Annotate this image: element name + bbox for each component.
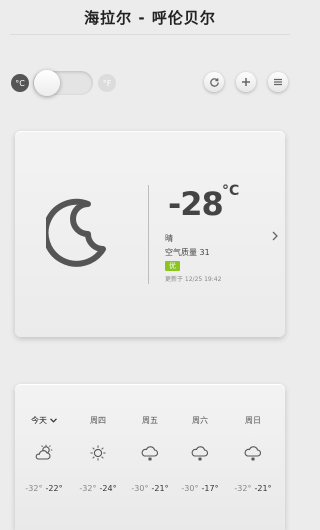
high-temp: -22°: [45, 484, 63, 493]
low-temp: -32°: [234, 484, 252, 493]
chevron-down-icon: [50, 418, 57, 423]
refresh-button[interactable]: [204, 72, 224, 92]
air-quality: 空气质量 31: [165, 248, 210, 257]
day-temps: -30° -17°: [175, 484, 225, 493]
menu-button[interactable]: [268, 72, 288, 92]
day-label[interactable]: 今天: [19, 415, 69, 426]
title-divider: [10, 34, 290, 35]
day-label-text: 今天: [31, 416, 47, 425]
forecast-day[interactable]: 今天 -32° -22°: [19, 384, 69, 530]
aqi-level-badge: 优: [165, 261, 180, 271]
high-temp: -21°: [151, 484, 169, 493]
switch-knob[interactable]: [34, 70, 60, 96]
forecast-card: 今天 -32° -22° 周四 -32° -24° 周五 -30° -21° 周六 -…: [15, 384, 285, 530]
refresh-icon: [209, 77, 219, 87]
weather-condition: 晴: [165, 234, 173, 243]
low-temp: -30°: [181, 484, 199, 493]
current-weather-card[interactable]: -28 °C 晴 空气质量 31 优 更新于 12/25 19:42: [15, 131, 285, 337]
toolbar: [204, 72, 288, 92]
celsius-label[interactable]: °C: [11, 74, 29, 92]
forecast-day[interactable]: 周日 -32° -21°: [228, 384, 278, 530]
forecast-day[interactable]: 周五 -30° -21°: [125, 384, 175, 530]
partly-cloudy-icon: [35, 444, 53, 460]
moon-icon: [46, 198, 106, 267]
day-label: 周六: [192, 416, 208, 425]
snow-icon: [244, 446, 261, 461]
forecast-day[interactable]: 周四 -32° -24°: [73, 384, 123, 530]
fahrenheit-label[interactable]: °F: [98, 74, 116, 92]
snow-icon: [141, 446, 158, 461]
forecast-day[interactable]: 周六 -30° -17°: [175, 384, 225, 530]
update-time: 更新于 12/25 19:42: [165, 276, 222, 283]
high-temp: -17°: [201, 484, 219, 493]
day-temps: -32° -21°: [228, 484, 278, 493]
low-temp: -30°: [131, 484, 149, 493]
chevron-right-icon[interactable]: [271, 231, 279, 241]
card-divider: [148, 185, 149, 284]
low-temp: -32°: [79, 484, 97, 493]
high-temp: -21°: [254, 484, 272, 493]
snow-icon: [191, 446, 208, 461]
day-temps: -30° -21°: [125, 484, 175, 493]
sun-icon: [90, 445, 106, 461]
page-title: 海拉尔 - 呼伦贝尔: [84, 8, 216, 27]
day-label: 周五: [142, 416, 158, 425]
unit-toggle[interactable]: °C °F: [11, 70, 116, 96]
day-temps: -32° -22°: [19, 484, 69, 493]
unit-switch[interactable]: [33, 70, 93, 96]
temperature-unit: °C: [222, 183, 240, 199]
add-icon: [242, 78, 250, 86]
day-temps: -32° -24°: [73, 484, 123, 493]
day-label: 周四: [90, 416, 106, 425]
low-temp: -32°: [25, 484, 43, 493]
add-city-button[interactable]: [236, 72, 256, 92]
current-temperature: -28: [168, 185, 224, 223]
high-temp: -24°: [99, 484, 117, 493]
day-label: 周日: [245, 416, 261, 425]
menu-icon: [274, 78, 282, 86]
